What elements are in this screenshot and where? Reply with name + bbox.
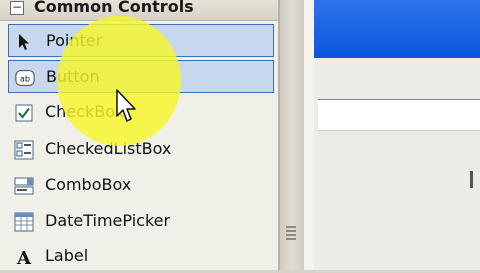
toolbox-item-combobox[interactable]: ComboBox [8, 169, 274, 202]
pointer-icon [15, 32, 35, 52]
toolbox-item-pointer[interactable]: Pointer [8, 24, 274, 57]
checkedlistbox-icon [14, 140, 34, 160]
form-title-bar[interactable] [314, 0, 480, 58]
toolbox-section-header[interactable]: − Common Controls [0, 0, 278, 21]
text-caret [470, 171, 473, 188]
svg-text:A: A [16, 248, 32, 267]
splitter-grip-icon[interactable] [286, 226, 296, 240]
toolbox-item-checkbox[interactable]: CheckBox [8, 96, 274, 129]
label-icon: A [14, 247, 34, 267]
toolbox-item-label: Label [45, 246, 89, 265]
button-icon: ab [15, 68, 35, 88]
section-title: Common Controls [34, 0, 194, 16]
toolbox-panel: − Common Controls Pointer ab Button Chec… [0, 0, 279, 270]
form-designer-panel [304, 0, 480, 270]
toolbox-item-label: Button [46, 67, 100, 86]
combobox-icon [14, 176, 34, 196]
checkbox-icon [14, 103, 34, 123]
datetimepicker-icon [14, 212, 34, 232]
toolbox-item-label: Pointer [46, 31, 103, 50]
toolbox-item-label-control[interactable]: A Label [8, 240, 274, 273]
form-textbox[interactable] [318, 99, 480, 131]
toolbox-item-label: CheckBox [45, 102, 124, 121]
collapse-icon[interactable]: − [10, 1, 24, 15]
toolbox-item-label: ComboBox [45, 175, 132, 194]
toolbox-item-button[interactable]: ab Button [8, 60, 274, 93]
mouse-cursor-icon [116, 89, 136, 122]
form-body[interactable] [314, 58, 480, 270]
toolbox-item-checkedlistbox[interactable]: CheckedListBox [8, 133, 274, 166]
svg-text:ab: ab [20, 74, 30, 84]
toolbox-item-datetimepicker[interactable]: DateTimePicker [8, 205, 274, 238]
toolbox-item-label: CheckedListBox [45, 139, 172, 158]
toolbox-item-label: DateTimePicker [45, 211, 171, 230]
